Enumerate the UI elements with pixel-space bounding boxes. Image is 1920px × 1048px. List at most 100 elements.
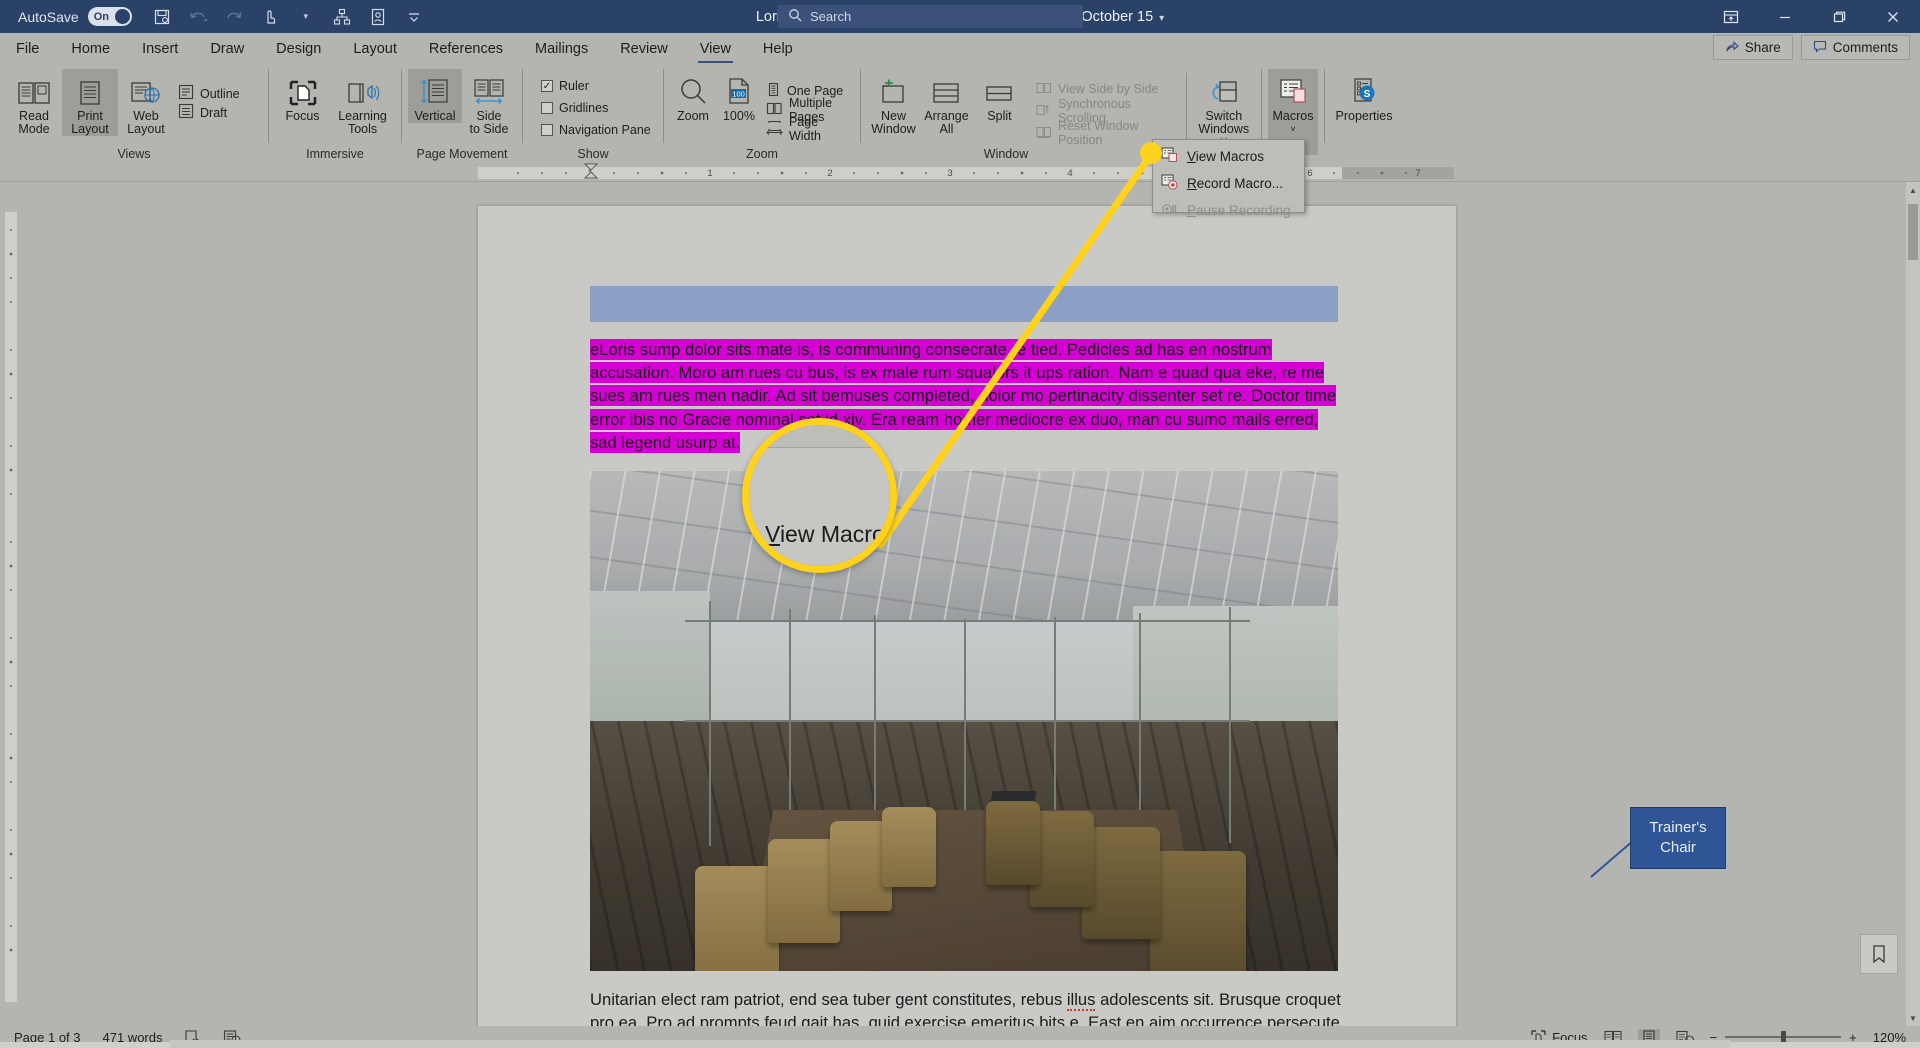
highlighted-text: eLoris sump dolor sits mate is, is commu…: [590, 339, 1337, 453]
bottom-paragraph-part1: Unitarian elect ram patriot, end sea tub…: [590, 990, 1067, 1009]
horizontal-ruler[interactable]: 112 345 67: [0, 163, 1920, 182]
comments-button[interactable]: Comments: [1800, 35, 1910, 60]
show-checkboxes: ✓ Ruler Gridlines Navigation Pane: [529, 69, 655, 141]
zoom-100-icon: 100: [725, 73, 753, 107]
document-page[interactable]: eLoris sump dolor sits mate is, is commu…: [478, 206, 1726, 1026]
tab-draw[interactable]: Draw: [194, 33, 260, 65]
scroll-up-icon[interactable]: ▲: [1906, 182, 1920, 198]
header-banner-shape[interactable]: [590, 286, 1338, 322]
zoom-slider-track[interactable]: [1725, 1031, 1842, 1043]
navigation-pane-checkbox[interactable]: [541, 124, 553, 136]
gridlines-checkbox-row[interactable]: Gridlines: [537, 97, 655, 119]
vertical-ruler[interactable]: [0, 182, 22, 1026]
redo-icon[interactable]: [224, 7, 244, 27]
reset-window-position-icon: [1036, 125, 1052, 142]
highlighted-paragraph[interactable]: eLoris sump dolor sits mate is, is commu…: [590, 338, 1342, 454]
gridlines-checkbox[interactable]: [541, 102, 553, 114]
tab-review[interactable]: Review: [604, 33, 684, 65]
tab-layout[interactable]: Layout: [337, 33, 413, 65]
side-to-side-button[interactable]: Side to Side: [462, 69, 516, 136]
synchronous-scrolling-icon: [1036, 103, 1052, 120]
ruler-checkbox-row[interactable]: ✓ Ruler: [537, 75, 655, 97]
menu-item-pause-recording[interactable]: Pause Recording: [1153, 197, 1304, 224]
group-divider: [1185, 73, 1187, 147]
one-page-icon: [766, 82, 781, 100]
navigation-pane-checkbox-row[interactable]: Navigation Pane: [537, 119, 655, 141]
side-to-side-label-2: to Side: [469, 122, 509, 136]
macros-caret-icon[interactable]: ˅: [1290, 123, 1295, 136]
tab-references[interactable]: References: [413, 33, 519, 65]
print-layout-button[interactable]: Print Layout: [62, 69, 118, 136]
zoom-label: Zoom: [677, 109, 709, 123]
conference-room-image[interactable]: [590, 471, 1338, 971]
image-label-trainers-chair[interactable]: Trainer's Chair: [1630, 807, 1726, 869]
close-icon[interactable]: [1866, 0, 1920, 33]
autosave-control[interactable]: AutoSave On: [18, 7, 132, 26]
taskbar-strip: [170, 1040, 1730, 1048]
autosave-toggle[interactable]: On: [87, 7, 132, 26]
minimize-icon[interactable]: [1758, 0, 1812, 33]
org-chart-icon[interactable]: [332, 7, 352, 27]
arrange-all-icon: [931, 73, 961, 107]
views-group-label: Views: [117, 147, 151, 161]
read-mode-button[interactable]: Read Mode: [6, 69, 62, 136]
autosave-label: AutoSave: [18, 8, 79, 25]
ruler-label: Ruler: [559, 79, 589, 93]
properties-button[interactable]: S Properties: [1331, 69, 1397, 123]
outline-button[interactable]: Outline: [174, 84, 244, 103]
switch-windows-icon: [1208, 73, 1240, 107]
record-macro-label: Record Macro...: [1187, 176, 1284, 191]
draft-button[interactable]: Draft: [174, 103, 244, 122]
tab-insert[interactable]: Insert: [126, 33, 194, 65]
magnifier-callout: Proper View Macros Record Macro: [742, 418, 897, 573]
tab-view[interactable]: View: [684, 33, 747, 65]
zoom-small-buttons: One Page Multiple Pages Page Width: [762, 78, 854, 143]
svg-text:7: 7: [1415, 168, 1420, 179]
focus-bookmark-widget[interactable]: [1860, 934, 1898, 974]
web-layout-icon: [130, 73, 162, 107]
arrange-all-button[interactable]: Arrange All: [920, 69, 973, 136]
tab-home[interactable]: Home: [55, 33, 126, 65]
learning-tools-button[interactable]: Learning Tools: [330, 69, 395, 136]
touch-mode-icon[interactable]: [260, 7, 280, 27]
indent-markers[interactable]: [582, 163, 600, 182]
split-button[interactable]: Split: [973, 69, 1026, 123]
customize-qat-icon[interactable]: [404, 7, 424, 27]
zoom-100-button[interactable]: 100 100%: [716, 69, 762, 123]
macros-icon: [1277, 73, 1309, 107]
new-window-button[interactable]: New Window: [867, 69, 920, 136]
bottom-paragraph[interactable]: Unitarian elect ram patriot, end sea tub…: [590, 988, 1342, 1026]
ribbon-display-options-icon[interactable]: [1704, 0, 1758, 33]
vertical-button[interactable]: Vertical: [408, 69, 462, 123]
switch-windows-button[interactable]: Switch Windows ˅: [1193, 69, 1255, 149]
read-aloud-icon[interactable]: [368, 7, 388, 27]
vertical-scrollbar[interactable]: ▲ ▼: [1906, 182, 1920, 1026]
focus-button[interactable]: Focus: [275, 69, 330, 123]
draft-label: Draft: [200, 105, 228, 120]
learning-tools-label-2: Tools: [347, 122, 378, 136]
page-width-button[interactable]: Page Width: [762, 115, 854, 143]
zoom-button[interactable]: Zoom: [670, 69, 716, 123]
split-label-1: Split: [987, 109, 1012, 123]
immersive-group-label: Immersive: [306, 147, 364, 161]
menu-item-record-macro[interactable]: Record Macro...: [1153, 170, 1304, 197]
search-box[interactable]: Search: [778, 5, 1083, 28]
restore-icon[interactable]: [1812, 0, 1866, 33]
tab-help[interactable]: Help: [747, 33, 809, 65]
scrollbar-thumb[interactable]: [1908, 204, 1918, 260]
chevron-down-icon[interactable]: ▾: [296, 7, 316, 27]
ribbon-tab-bar: File Home Insert Draw Design Layout Refe…: [0, 33, 1920, 65]
misspelled-word[interactable]: illus: [1066, 990, 1096, 1011]
title-caret-icon[interactable]: ▾: [1159, 13, 1164, 24]
share-button[interactable]: Share: [1712, 35, 1793, 60]
undo-icon[interactable]: [188, 7, 208, 27]
scroll-down-icon[interactable]: ▼: [1906, 1010, 1920, 1026]
save-icon[interactable]: [152, 7, 172, 27]
menu-item-view-macros[interactable]: View Macros: [1153, 143, 1304, 170]
tab-file[interactable]: File: [0, 33, 55, 65]
tab-design[interactable]: Design: [260, 33, 337, 65]
window-controls: [1704, 0, 1920, 33]
ruler-checkbox[interactable]: ✓: [541, 80, 553, 92]
web-layout-button[interactable]: Web Layout: [118, 69, 174, 136]
tab-mailings[interactable]: Mailings: [519, 33, 604, 65]
